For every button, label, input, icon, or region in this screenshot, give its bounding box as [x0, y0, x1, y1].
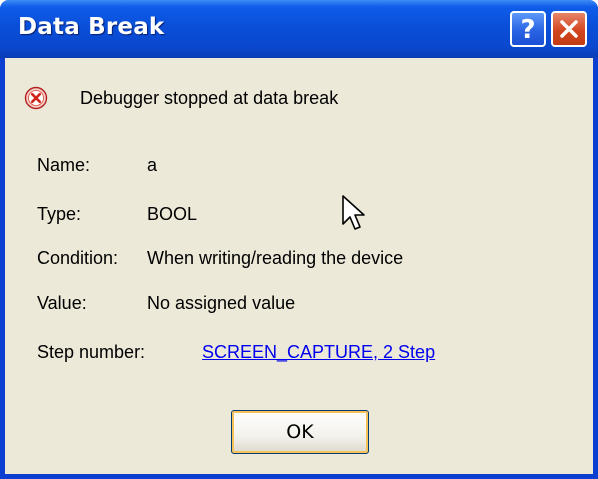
message-text: Debugger stopped at data break [80, 88, 339, 108]
ok-button[interactable]: OK [231, 410, 369, 454]
dialog-title: Data Break [18, 14, 165, 40]
condition-value: When writing/reading the device [147, 248, 404, 268]
svg-text:?: ? [520, 16, 535, 42]
type-label: Type: [37, 204, 82, 224]
name-value: a [147, 155, 158, 175]
dialog-body: Debugger stopped at data break Name: a T… [5, 58, 593, 474]
close-icon [560, 20, 578, 38]
condition-label: Condition: [37, 248, 119, 268]
error-icon [24, 86, 48, 110]
step-number-label: Step number: [37, 342, 146, 362]
title-bar[interactable]: Data Break ? [0, 0, 598, 58]
close-button[interactable] [551, 11, 587, 47]
mouse-cursor-icon [342, 195, 365, 230]
name-label: Name: [37, 155, 91, 175]
value-value: No assigned value [147, 293, 296, 313]
help-button[interactable]: ? [510, 11, 546, 47]
step-number-link[interactable]: SCREEN_CAPTURE, 2 Step [202, 342, 435, 363]
data-break-dialog: Data Break ? Debugger stopped at data br… [0, 0, 598, 479]
type-value: BOOL [147, 204, 198, 224]
help-icon: ? [520, 16, 535, 42]
value-label: Value: [37, 293, 87, 313]
